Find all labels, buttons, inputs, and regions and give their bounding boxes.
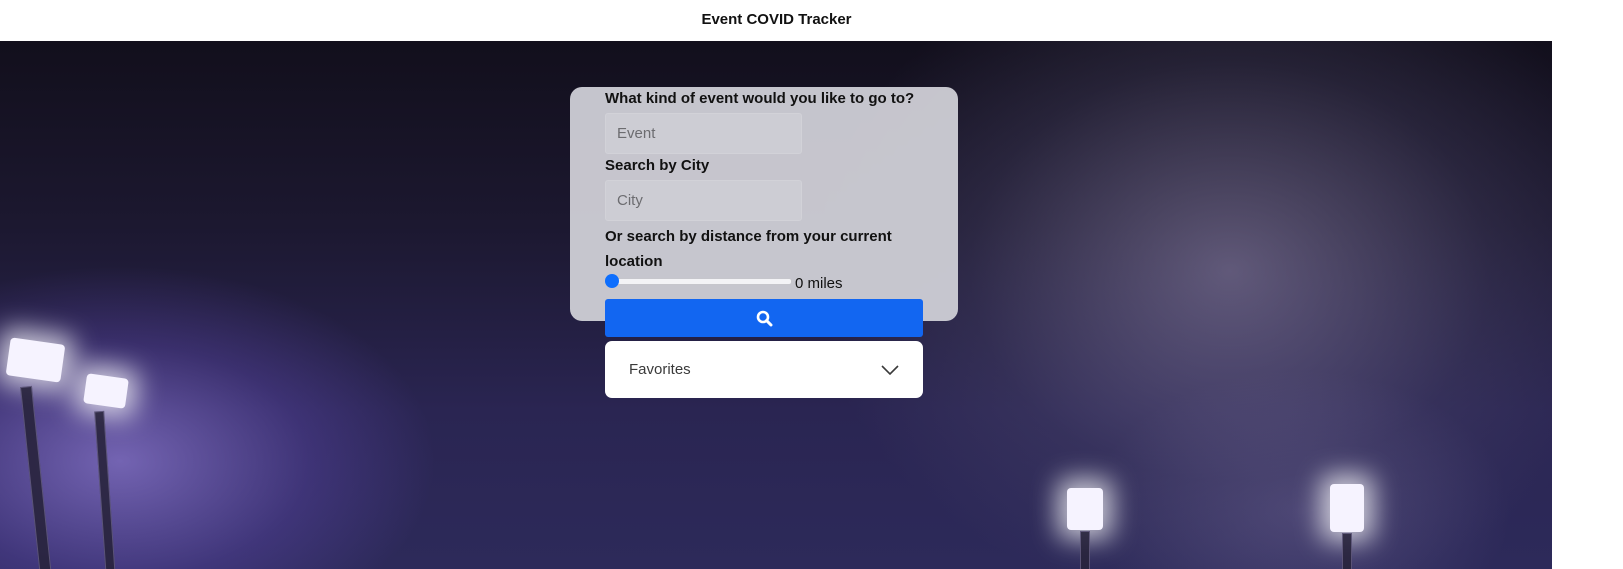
event-input[interactable]	[605, 113, 802, 154]
stadium-tower-left-1	[19, 385, 53, 569]
city-input[interactable]	[605, 180, 802, 221]
stadium-tower-right-1	[1080, 531, 1090, 569]
search-icon	[756, 310, 772, 326]
event-label: What kind of event would you like to go …	[605, 90, 915, 107]
distance-slider-thumb[interactable]	[605, 274, 619, 288]
favorites-accordion[interactable]: Favorites	[605, 341, 923, 398]
stadium-light-right-1	[1067, 488, 1103, 530]
app-header: Event COVID Tracker	[0, 0, 1623, 41]
stadium-tower-right-2	[1342, 533, 1352, 569]
stadium-light-left-1	[5, 337, 66, 383]
distance-value: 0 miles	[795, 275, 843, 292]
search-button[interactable]	[605, 299, 923, 337]
stadium-light-left-2	[83, 373, 129, 409]
stadium-tower-left-2	[94, 410, 116, 569]
distance-label: Or search by distance from your current …	[605, 228, 892, 270]
app-title: Event COVID Tracker	[701, 11, 852, 28]
chevron-down-icon	[881, 364, 899, 375]
stadium-light-right-2	[1330, 484, 1364, 532]
city-label: Search by City	[605, 157, 710, 174]
favorites-label: Favorites	[629, 361, 691, 378]
distance-slider-track[interactable]	[607, 278, 792, 285]
